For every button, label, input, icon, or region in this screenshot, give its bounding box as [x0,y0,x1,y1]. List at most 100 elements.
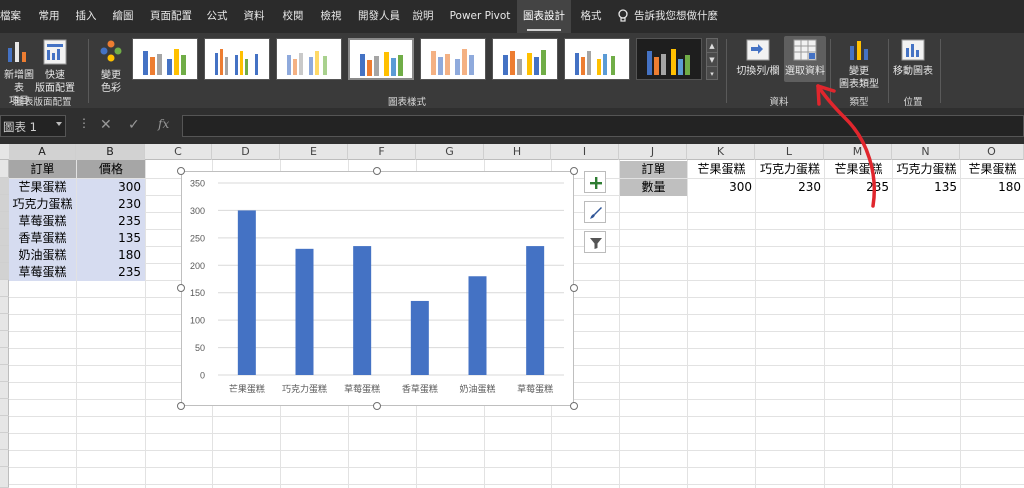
table-cell-name[interactable]: 芒果蛋糕 [825,161,892,178]
tab-insert[interactable]: 插入 [68,0,104,33]
row-header[interactable] [0,246,9,263]
chart-resize-handle[interactable] [177,167,185,175]
table-row-label-order[interactable]: 訂單 [620,161,687,178]
column-header-k[interactable]: K [687,144,755,160]
column-header-g[interactable]: G [416,144,484,160]
column-header-e[interactable]: E [280,144,348,160]
column-header-j[interactable]: J [619,144,687,160]
chart-resize-handle[interactable] [373,167,381,175]
tab-draw[interactable]: 繪圖 [104,0,142,33]
table-cell-price[interactable]: 235 [77,264,145,281]
change-colors-button[interactable]: 變更 色彩 [92,38,130,95]
tell-me-search[interactable]: 告訴我您想做什麼 [618,0,718,33]
gallery-more-button[interactable]: ▾ [707,67,717,81]
row-header[interactable] [0,160,9,178]
chart-style-5[interactable] [420,38,486,80]
row-header[interactable] [0,229,9,246]
row-header[interactable] [0,195,9,212]
chart-styles-button[interactable] [584,201,606,223]
bar[interactable] [410,300,429,375]
chart-resize-handle[interactable] [570,284,578,292]
chart-style-8[interactable] [636,38,702,80]
chart-filters-button[interactable] [584,231,606,253]
column-header-c[interactable]: C [145,144,212,160]
bar-chart[interactable]: 0 50 100 150 200 250 300 350 芒果蛋糕 巧克力蛋糕 草莓蛋糕 香草蛋糕 奶油… [181,171,574,406]
gallery-down-button[interactable]: ▼ [707,53,717,67]
column-header-b[interactable]: B [76,144,145,160]
table-cell-item[interactable]: 香草蛋糕 [9,230,76,247]
chart-style-4-selected[interactable] [348,38,414,80]
table-cell-price[interactable]: 135 [77,230,145,247]
chart-resize-handle[interactable] [373,402,381,410]
tab-review[interactable]: 校閱 [274,0,312,33]
chart-resize-handle[interactable] [570,402,578,410]
row-header[interactable] [0,382,9,399]
row-header[interactable] [0,280,9,297]
tab-format[interactable]: 格式 [573,0,609,33]
chart-style-2[interactable] [204,38,270,80]
row-header[interactable] [0,467,9,488]
table-cell-qty[interactable]: 230 [756,179,824,196]
chart-style-3[interactable] [276,38,342,80]
table-row-label-quantity[interactable]: 數量 [620,179,687,196]
table-cell-price[interactable]: 235 [77,213,145,230]
insert-function-icon[interactable]: fx [158,117,169,131]
bar[interactable] [237,210,256,375]
bar[interactable] [353,246,372,375]
tab-power-pivot[interactable]: Power Pivot [444,0,516,33]
column-header-n[interactable]: N [892,144,960,160]
row-header[interactable] [0,399,9,416]
row-header[interactable] [0,331,9,348]
chart-style-6[interactable] [492,38,558,80]
table-cell-price[interactable]: 230 [77,196,145,213]
column-header-a[interactable]: A [9,144,76,160]
tab-data[interactable]: 資料 [234,0,274,33]
chart-resize-handle[interactable] [177,402,185,410]
row-header[interactable] [0,450,9,467]
row-header[interactable] [0,314,9,331]
chart-style-7[interactable] [564,38,630,80]
table-cell-price[interactable]: 180 [77,247,145,264]
bar[interactable] [526,246,545,375]
tab-view[interactable]: 檢視 [312,0,350,33]
row-header[interactable] [0,348,9,365]
cancel-icon[interactable]: ✕ [100,117,112,133]
tab-file[interactable]: 檔案 [0,0,21,33]
formula-input[interactable] [182,115,1024,137]
quick-layout-button[interactable]: 快速 版面配置 [30,38,80,95]
row-header[interactable] [0,433,9,450]
column-header-h[interactable]: H [484,144,551,160]
table-cell-qty[interactable]: 300 [688,179,755,196]
chart-resize-handle[interactable] [177,284,185,292]
name-box[interactable]: 圖表 1 [0,115,66,137]
tab-chart-design[interactable]: 圖表設計 [517,0,571,33]
row-header[interactable] [0,365,9,382]
column-header-i[interactable]: I [551,144,619,160]
table-cell-qty[interactable]: 235 [825,179,892,196]
table-cell-item[interactable]: 草莓蛋糕 [9,264,76,281]
tab-formulas[interactable]: 公式 [200,0,234,33]
column-header-d[interactable]: D [212,144,280,160]
table-cell-item[interactable]: 奶油蛋糕 [9,247,76,264]
table-cell-item[interactable]: 芒果蛋糕 [9,179,76,196]
table-cell-item[interactable]: 草莓蛋糕 [9,213,76,230]
table-cell-qty[interactable]: 135 [893,179,960,196]
change-chart-type-button[interactable]: 變更 圖表類型 [834,38,884,91]
row-header[interactable] [0,416,9,433]
table-cell-price[interactable]: 300 [77,179,145,196]
row-header[interactable] [0,212,9,229]
row-header[interactable] [0,297,9,314]
table-cell-name[interactable]: 巧克力蛋糕 [893,161,960,178]
table-cell-name[interactable]: 芒果蛋糕 [688,161,755,178]
column-header-o[interactable]: O [960,144,1024,160]
table-header-price[interactable]: 價格 [77,160,145,178]
table-cell-item[interactable]: 巧克力蛋糕 [9,196,76,213]
table-cell-qty[interactable]: 180 [961,179,1024,196]
tab-page-layout[interactable]: 頁面配置 [142,0,200,33]
column-header-m[interactable]: M [824,144,892,160]
chart-resize-handle[interactable] [570,167,578,175]
column-header-f[interactable]: F [348,144,416,160]
row-header[interactable] [0,263,9,280]
table-cell-name[interactable]: 巧克力蛋糕 [756,161,824,178]
tab-developer[interactable]: 開發人員 [350,0,408,33]
